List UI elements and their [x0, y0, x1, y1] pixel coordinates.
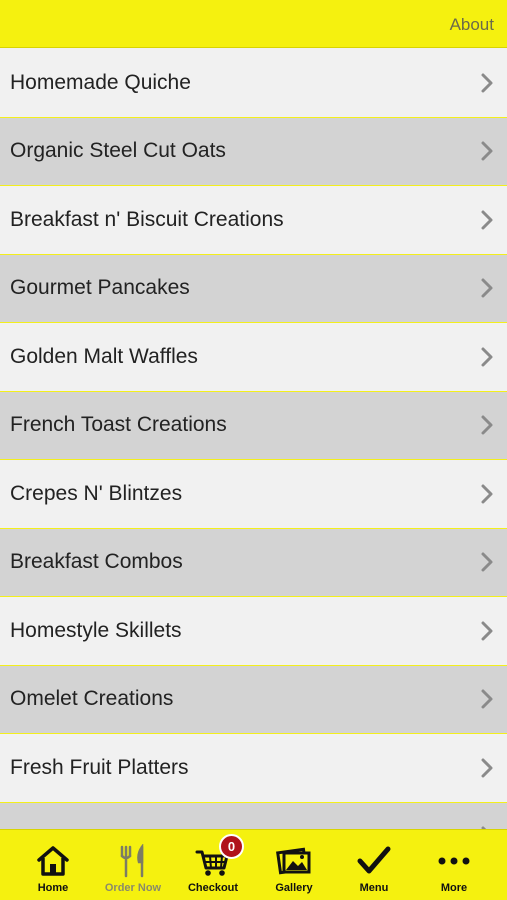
more-dots-icon — [438, 857, 470, 865]
gallery-icon — [276, 847, 311, 875]
tab-checkout[interactable]: 0 Checkout — [173, 830, 253, 900]
tab-more-label: More — [440, 882, 468, 894]
home-icon — [37, 846, 69, 876]
menu-item-label: Breakfast Combos — [10, 550, 183, 574]
menu-item-label: Homemade Quiche — [10, 70, 191, 94]
tab-gallery[interactable]: Gallery — [254, 830, 334, 900]
checkmark-icon — [357, 846, 391, 874]
tab-home[interactable]: Home — [13, 830, 93, 900]
menu-item[interactable]: Crepes N' Blintzes — [0, 460, 507, 529]
fork-knife-icon — [120, 844, 144, 878]
about-link[interactable]: About — [450, 15, 494, 35]
tab-gallery-label: Gallery — [275, 882, 313, 894]
menu-item[interactable]: Homestyle Skillets — [0, 597, 507, 666]
menu-item[interactable]: Golden Malt Waffles — [0, 323, 507, 392]
menu-item[interactable]: Breakfast n' Biscuit Creations — [0, 186, 507, 255]
tab-order-now[interactable]: Order Now — [93, 830, 173, 900]
chevron-right-icon — [481, 758, 493, 778]
chevron-right-icon — [481, 347, 493, 367]
cart-count-badge: 0 — [219, 834, 244, 859]
menu-item-label: Golden Malt Waffles — [10, 344, 198, 368]
menu-item-label: French Toast Creations — [10, 413, 227, 437]
menu-item[interactable]: Fresh Fruit Platters — [0, 734, 507, 803]
menu-item[interactable]: Organic Steel Cut Oats — [0, 117, 507, 186]
chevron-right-icon — [481, 415, 493, 435]
chevron-right-icon — [481, 484, 493, 504]
menu-item-label: Breakfast n' Biscuit Creations — [10, 207, 284, 231]
chevron-right-icon — [481, 73, 493, 93]
chevron-right-icon — [481, 689, 493, 709]
tab-home-label: Home — [37, 882, 69, 894]
menu-item-label: Gourmet Pancakes — [10, 276, 190, 300]
menu-item[interactable]: Gourmet Pancakes — [0, 254, 507, 323]
top-bar: About — [0, 0, 507, 48]
menu-item-label: Fresh Fruit Platters — [10, 755, 189, 779]
chevron-right-icon — [481, 141, 493, 161]
menu-list: Homemade Quiche Organic Steel Cut Oats B… — [0, 49, 507, 829]
menu-item[interactable] — [0, 802, 507, 829]
tab-menu-label: Menu — [359, 882, 389, 894]
menu-item-label: Organic Steel Cut Oats — [10, 139, 226, 163]
menu-item-label: Homestyle Skillets — [10, 618, 182, 642]
menu-item[interactable]: Breakfast Combos — [0, 528, 507, 597]
chevron-right-icon — [481, 552, 493, 572]
bottom-tab-bar: Home Order Now 0 Checkout Gallery Menu M… — [0, 829, 507, 900]
chevron-right-icon — [481, 278, 493, 298]
menu-item[interactable]: French Toast Creations — [0, 391, 507, 460]
menu-item[interactable]: Homemade Quiche — [0, 49, 507, 118]
tab-menu[interactable]: Menu — [334, 830, 414, 900]
menu-item[interactable]: Omelet Creations — [0, 665, 507, 734]
menu-item-label: Omelet Creations — [10, 687, 174, 711]
menu-item-label: Crepes N' Blintzes — [10, 481, 183, 505]
chevron-right-icon — [481, 210, 493, 230]
tab-checkout-label: Checkout — [187, 882, 239, 894]
tab-order-now-label: Order Now — [104, 882, 162, 894]
tab-more[interactable]: More — [414, 830, 494, 900]
chevron-right-icon — [481, 621, 493, 641]
